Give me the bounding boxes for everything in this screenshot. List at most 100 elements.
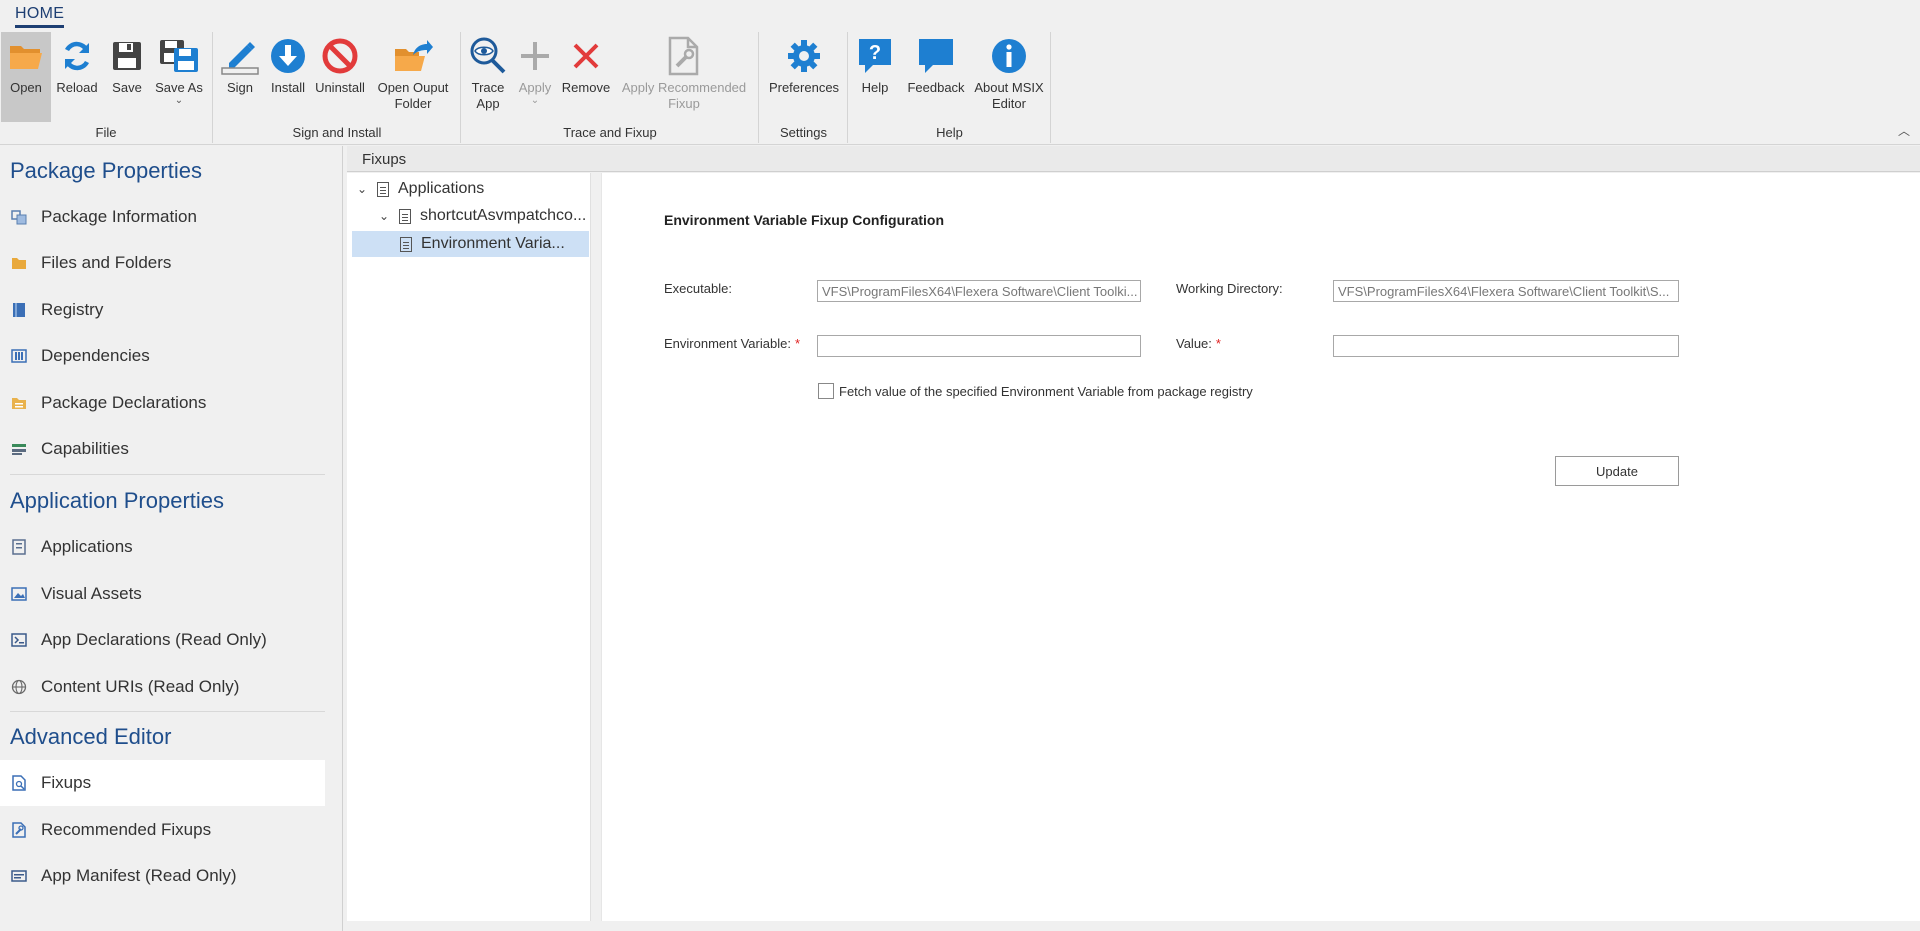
required-marker: * [1215,336,1221,351]
ribbon-group-trace-fixup: Trace App Apply ⌄ Remove Apply Recommend… [462,32,759,143]
reload-button[interactable]: Reload [52,32,102,122]
nav-item-app-manifest[interactable]: App Manifest (Read Only) [0,853,325,899]
working-directory-field[interactable]: VFS\ProgramFilesX64\Flexera Software\Cli… [1333,280,1679,302]
chevron-down-icon[interactable]: ⌄ [355,182,369,196]
required-marker: * [794,336,800,351]
image-icon [11,586,27,602]
chat-bubble-icon [914,32,958,80]
fetch-from-registry-label: Fetch value of the specified Environment… [839,384,1253,399]
section-package-properties: Package Properties [10,158,202,183]
ribbon-group-help: ? Help Feedback About MSIX Editor Help [849,32,1051,143]
svg-text:?: ? [869,42,881,64]
fixup-config-form: Environment Variable Fixup Configuration… [601,173,1920,921]
dependencies-icon [11,348,27,364]
nav-item-capabilities[interactable]: Capabilities [0,426,325,472]
application-icon [11,539,27,555]
nav-item-recommended-fixups[interactable]: Recommended Fixups [0,807,325,853]
tree-node-environment-variable[interactable]: Environment Varia... [352,231,589,257]
fixups-tree: ⌄ Applications ⌄ shortcutAsvmpatchco... … [347,173,591,921]
remove-button[interactable]: Remove [560,32,612,122]
nav-item-app-declarations[interactable]: App Declarations (Read Only) [0,617,325,663]
recommended-fixup-icon [11,822,27,838]
apply-recommended-fixup-button[interactable]: Apply Recommended Fixup [615,32,753,122]
value-label: Value: * [1176,336,1221,351]
fixup-document-icon [11,775,27,791]
sign-button[interactable]: Sign [218,32,262,122]
save-as-button[interactable]: Save As ⌄ [152,32,206,122]
tree-node-applications[interactable]: ⌄ Applications [355,176,484,202]
feedback-button[interactable]: Feedback [903,32,969,122]
group-label-sign-install: Sign and Install [292,125,382,140]
uninstall-button[interactable]: Uninstall [313,32,367,122]
nav-item-applications[interactable]: Applications [0,524,325,570]
chevron-down-icon[interactable]: ⌄ [377,209,391,223]
update-button[interactable]: Update [1555,456,1679,486]
executable-field[interactable]: VFS\ProgramFilesX64\Flexera Software\Cli… [817,280,1141,302]
ribbon-tabstrip: HOME [0,0,1920,30]
nav-item-fixups[interactable]: Fixups [0,760,325,806]
nav-item-registry[interactable]: Registry [0,287,325,333]
help-question-icon: ? [853,32,897,80]
tab-home[interactable]: HOME [15,5,65,28]
left-navigation: Package Properties Package Information F… [0,146,343,931]
form-title: Environment Variable Fixup Configuration [664,212,945,228]
trace-app-button[interactable]: Trace App [466,32,510,122]
package-info-icon [11,209,27,225]
section-application-properties: Application Properties [10,488,225,513]
collapse-ribbon-icon[interactable]: ︿ [1898,122,1910,139]
save-button[interactable]: Save [103,32,151,122]
nav-item-files-and-folders[interactable]: Files and Folders [0,240,325,286]
nav-item-content-uris[interactable]: Content URIs (Read Only) [0,664,325,710]
info-icon [987,32,1031,80]
folder-open-icon [4,32,48,80]
group-label-trace-fixup: Trace and Fixup [563,125,657,140]
open-output-folder-button[interactable]: Open Ouput Folder [370,32,456,122]
nav-item-dependencies[interactable]: Dependencies [0,333,325,379]
content-pane: Fixups ⌄ Applications ⌄ shortcutAsvmpatc… [347,146,1920,931]
gear-icon [782,32,826,80]
document-icon [400,236,412,252]
environment-variable-label: Environment Variable: * [664,336,800,351]
nav-item-visual-assets[interactable]: Visual Assets [0,571,325,617]
save-icon [105,32,149,80]
preferences-button[interactable]: Preferences [764,32,844,122]
ribbon-group-settings: Preferences Settings [760,32,848,143]
nav-item-package-information[interactable]: Package Information [0,194,325,240]
plus-icon [513,32,557,80]
document-icon [377,181,389,197]
executable-label: Executable: [664,281,732,296]
save-as-icon [157,32,201,80]
open-button[interactable]: Open [1,32,51,122]
chevron-down-icon: ⌄ [530,95,540,106]
reload-icon [55,32,99,80]
document-icon [399,208,411,224]
close-x-icon [564,32,608,80]
group-label-help: Help [936,125,963,140]
folder-share-icon [391,32,435,80]
working-directory-label: Working Directory: [1176,281,1283,296]
prohibited-icon [318,32,362,80]
fetch-from-registry-checkbox[interactable] [818,383,834,399]
chevron-down-icon: ⌄ [174,95,184,106]
ribbon: Open Reload Save Save As ⌄ File Sign Ins… [0,30,1920,145]
pen-icon [218,32,262,80]
manifest-icon [11,868,27,884]
nav-item-package-declarations[interactable]: Package Declarations [0,380,325,426]
registry-icon [11,302,27,318]
section-advanced-editor: Advanced Editor [10,724,172,749]
nav-divider [10,711,325,712]
install-button[interactable]: Install [266,32,310,122]
about-button[interactable]: About MSIX Editor [971,32,1047,122]
download-arrow-icon [266,32,310,80]
folder-icon [11,255,27,271]
capabilities-icon [11,441,27,457]
globe-icon [11,679,27,695]
apply-button[interactable]: Apply ⌄ [514,32,556,122]
nav-divider [10,474,325,475]
tree-node-shortcut[interactable]: ⌄ shortcutAsvmpatchco... [377,203,586,229]
help-button[interactable]: ? Help [851,32,899,122]
environment-variable-input[interactable] [817,335,1141,357]
value-input[interactable] [1333,335,1679,357]
magnifier-eye-icon [466,32,510,80]
document-wrench-icon [662,32,706,80]
